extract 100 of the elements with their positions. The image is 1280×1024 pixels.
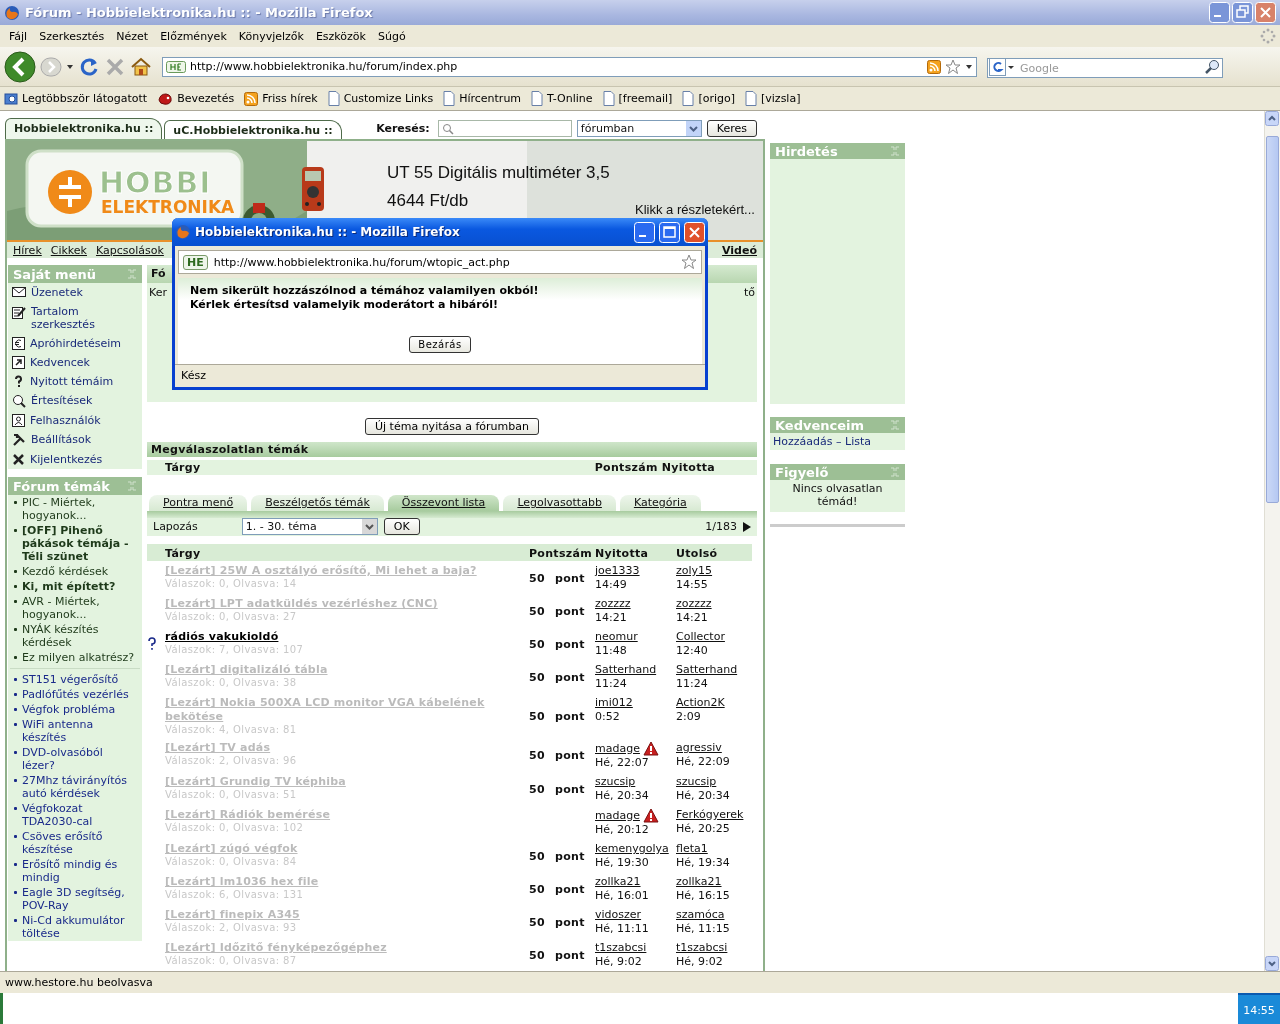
next-icon[interactable] (743, 521, 751, 532)
menu-item[interactable]: Szerkesztés (33, 27, 111, 45)
topic-link[interactable]: Végfok probléma (22, 703, 116, 716)
list-tab[interactable]: Beszélgetős témák (251, 495, 384, 512)
menu-link[interactable]: Felhasználók (8, 411, 142, 430)
topic-link[interactable]: ST151 végerősítő (22, 673, 119, 686)
topic-link[interactable]: Ki, mit épített? (22, 580, 116, 593)
menu-link[interactable]: Üzenetek (8, 283, 142, 302)
scroll-up-icon[interactable] (1265, 111, 1279, 126)
bookmark[interactable]: Customize Links (327, 91, 434, 106)
star-icon[interactable] (681, 254, 697, 270)
user-link[interactable]: zollka21 (595, 875, 641, 889)
bookmark[interactable]: [origo] (682, 91, 735, 106)
topic-title[interactable]: rádiós vakukioldó (165, 630, 529, 644)
caret-icon[interactable] (965, 62, 973, 71)
user-link[interactable]: szucsip (595, 775, 636, 789)
topic-link[interactable]: AVR - Miértek, hogyanok... (22, 595, 138, 621)
menu-link[interactable]: Tartalom szerkesztés (8, 302, 142, 334)
topic-link[interactable]: NYÁK készítés kérdések (22, 623, 138, 649)
topic-link[interactable]: DVD-olvasóból lézer? (22, 746, 138, 772)
scope-select[interactable]: fórumban (576, 120, 702, 137)
user-link[interactable]: Collector (676, 630, 725, 644)
menu-item[interactable]: Előzmények (154, 27, 233, 45)
user-link[interactable]: madage (595, 808, 640, 823)
bookmark[interactable]: Hírcentrum (443, 91, 522, 106)
user-link[interactable]: zozzzz (676, 597, 712, 611)
user-link[interactable]: imi012 (595, 696, 633, 710)
grip-icon[interactable] (127, 269, 137, 279)
menu-item[interactable]: Súgó (371, 27, 412, 45)
caret-icon[interactable] (66, 62, 74, 71)
user-link[interactable]: Satterhand (676, 663, 738, 677)
topic-link[interactable]: Erősítő mindig és mindig (22, 858, 138, 884)
maximize-icon[interactable] (659, 221, 680, 243)
user-link[interactable]: zozzzz (595, 597, 631, 611)
user-link[interactable]: t1szabcsi (595, 941, 647, 955)
menu-link[interactable]: Kijelentkezés (8, 450, 142, 469)
bookmark[interactable]: [freemail] (602, 91, 673, 106)
bookmark[interactable]: [vizsla] (745, 91, 801, 106)
bookmark[interactable]: Bevezetés (157, 91, 235, 106)
search-button[interactable]: Keres (706, 120, 757, 137)
bookmark[interactable]: T-Online (531, 91, 593, 106)
nav-link[interactable]: Videó (722, 243, 757, 257)
star-icon[interactable] (945, 58, 961, 75)
topic-link[interactable]: PIC - Miértek, hogyanok... (22, 496, 138, 522)
list-tab[interactable]: Összevont lista (387, 495, 500, 512)
page-select[interactable]: 1. - 30. téma (241, 518, 378, 536)
new-topic-button[interactable]: Új téma nyitása a fórumban (365, 418, 539, 436)
topic-link[interactable]: Padlófűtés vezérlés (22, 688, 129, 701)
grip-icon[interactable] (127, 481, 137, 491)
user-link[interactable]: szucsip (676, 775, 717, 789)
topic-link[interactable]: Eagle 3D segítség, POV-Ray (22, 886, 138, 912)
user-link[interactable]: zoly15 (676, 564, 713, 578)
menu-item[interactable]: Nézet (110, 27, 155, 45)
scroll-thumb[interactable] (1266, 136, 1279, 503)
menu-link[interactable]: Nyitott témáim (8, 372, 142, 391)
minimize-icon[interactable] (1209, 2, 1230, 23)
menu-link[interactable]: Értesítések (8, 391, 142, 411)
topic-link[interactable]: Kezdő kérdések (22, 565, 109, 578)
search-engine-icon[interactable] (989, 57, 1015, 76)
user-link[interactable]: Ferkógyerek (676, 808, 744, 822)
list-tab[interactable]: Legolvasottabb (503, 495, 616, 512)
restore-icon[interactable] (1232, 2, 1253, 23)
ok-button[interactable]: OK (383, 518, 420, 536)
bookmark[interactable]: Legtöbbször látogatott (4, 91, 148, 106)
grip-icon[interactable] (890, 420, 900, 430)
search-field[interactable] (437, 120, 572, 137)
minimize-icon[interactable] (634, 221, 655, 243)
menu-item[interactable]: Könyvjelzők (232, 27, 310, 45)
close-icon[interactable] (1255, 2, 1276, 23)
user-link[interactable]: kemenygolya (595, 842, 669, 856)
grip-icon[interactable] (890, 146, 900, 156)
nav-link[interactable]: Cikkek (50, 243, 87, 257)
topic-link[interactable]: WiFi antenna készítés (22, 718, 138, 744)
add-link[interactable]: Hozzáadás (773, 435, 833, 448)
address-field[interactable]: http://www.hobbielektronika.hu/forum/index.php (162, 56, 977, 77)
topic-link[interactable]: [OFF] Pihenő pákások témája - Téli szünet (22, 524, 138, 563)
user-link[interactable]: neomur (595, 630, 638, 644)
user-link[interactable]: madage (595, 741, 640, 756)
user-link[interactable]: agressiv (676, 741, 722, 755)
topic-link[interactable]: 27Mhz távirányítós autó kérdések (22, 774, 138, 800)
user-link[interactable]: t1szabcsi (676, 941, 728, 955)
user-link[interactable]: vidoszer (595, 908, 642, 922)
user-link[interactable]: Action2K (676, 696, 725, 710)
list-tab[interactable]: Pontra menő (149, 495, 248, 512)
user-link[interactable]: joe1333 (595, 564, 640, 578)
close-icon[interactable] (684, 221, 705, 243)
grip-icon[interactable] (890, 467, 900, 477)
list-tab[interactable]: Kategória (619, 495, 701, 512)
user-link[interactable]: fleta1 (676, 842, 708, 856)
nav-link[interactable]: Hírek (13, 243, 42, 257)
ad-link[interactable]: Klikk a részletekért... (635, 202, 755, 217)
menu-item[interactable]: Eszközök (309, 27, 372, 45)
list-link[interactable]: Lista (845, 435, 871, 448)
user-link[interactable]: szamóca (676, 908, 725, 922)
site-tab[interactable]: uC.Hobbielektronika.hu :: (164, 120, 342, 139)
user-link[interactable]: zollka21 (676, 875, 722, 889)
user-link[interactable]: Satterhand (595, 663, 657, 677)
menu-item[interactable]: Fájl (3, 27, 34, 45)
bookmark[interactable]: Friss hírek (244, 91, 318, 106)
menu-link[interactable]: Kedvencek (8, 353, 142, 372)
